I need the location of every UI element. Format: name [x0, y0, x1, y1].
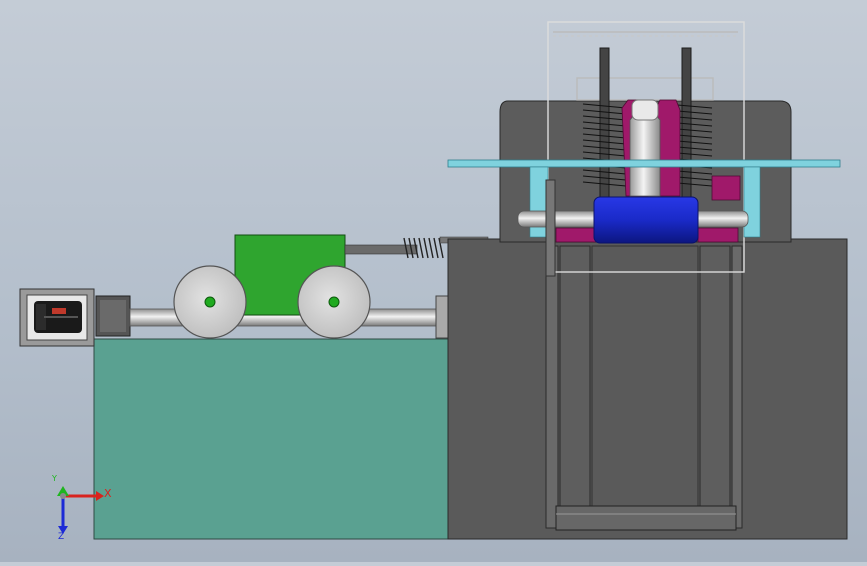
- vertical-spindle[interactable]: [629, 99, 661, 197]
- base-platform[interactable]: [93, 338, 449, 540]
- x-axis-label: X: [104, 487, 112, 500]
- assembly-model[interactable]: [0, 0, 867, 562]
- z-axis-label: Z: [58, 532, 65, 542]
- vertical-guide-frame[interactable]: [545, 245, 743, 531]
- left-wheel[interactable]: [173, 265, 247, 339]
- y-axis-label: Y: [52, 474, 57, 483]
- left-guide-rod[interactable]: [599, 47, 610, 199]
- motor-assembly[interactable]: [19, 288, 131, 347]
- blue-roller[interactable]: [593, 196, 699, 244]
- right-wheel[interactable]: [297, 265, 371, 339]
- left-side-bracket[interactable]: [545, 179, 556, 277]
- cad-graphics-viewport[interactable]: X Y Z: [0, 0, 867, 562]
- axis-triad: X Y Z: [48, 474, 118, 542]
